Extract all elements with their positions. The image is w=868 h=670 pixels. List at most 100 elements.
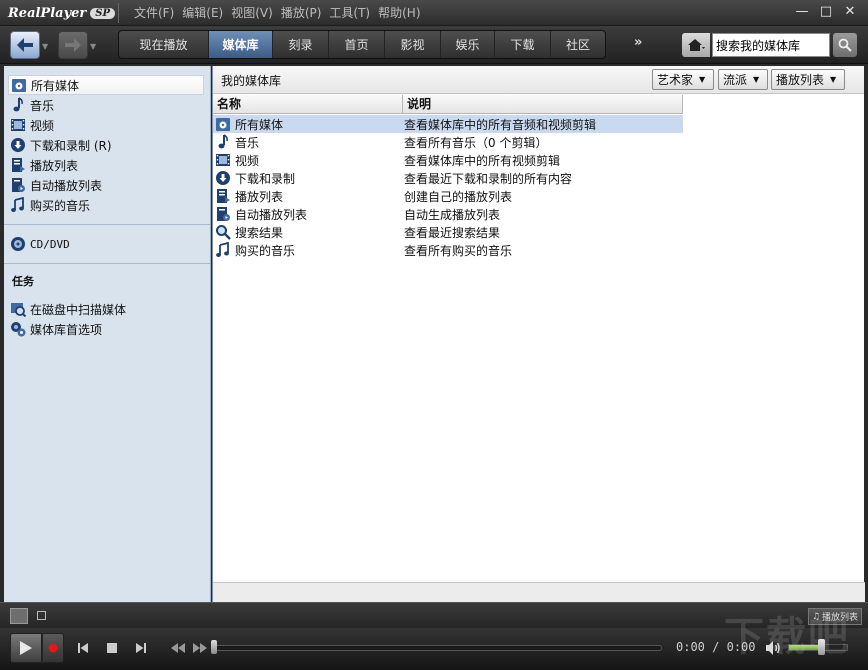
menu-tools[interactable]: 工具(T) xyxy=(329,4,370,21)
tab-downloads[interactable]: 下载 xyxy=(495,31,551,58)
time-total: 0:00 xyxy=(726,640,756,654)
sidebar-item-music[interactable]: 音乐 xyxy=(4,95,210,115)
volume-level xyxy=(789,645,821,650)
playlist-toggle-button[interactable]: ♫ 播放列表 xyxy=(808,608,862,625)
stop-icon xyxy=(107,643,117,653)
auto-playlist-icon xyxy=(10,177,26,193)
seek-handle[interactable] xyxy=(211,640,217,654)
table-row[interactable]: 视频 查看媒体库中的所有视频剪辑 xyxy=(213,151,865,169)
next-track-button[interactable] xyxy=(132,639,150,657)
menu-bar: 文件(F) 编辑(E) 视图(V) 播放(P) 工具(T) 帮助(H) xyxy=(134,4,421,21)
play-button[interactable] xyxy=(10,633,42,663)
row-description: 查看媒体库中的所有音频和视频剪辑 xyxy=(404,117,597,132)
library-main-panel: 我的媒体库 艺术家 ▼ 流派 ▼ 播放列表 ▼ 名称 说明 所有媒体 查看媒体库… xyxy=(212,66,865,602)
more-tabs-button[interactable]: » xyxy=(634,35,642,50)
transport-bar: 0:00 / 0:00 xyxy=(0,628,868,670)
column-header-name[interactable]: 名称 xyxy=(213,95,403,113)
scan-disk-icon xyxy=(10,301,26,317)
table-row[interactable]: 音乐 查看所有音乐（0 个剪辑） xyxy=(213,133,865,151)
table-row[interactable]: 播放列表 创建自己的播放列表 xyxy=(213,187,865,205)
task-scan-disk[interactable]: 在磁盘中扫描媒体 xyxy=(4,299,210,319)
speaker-icon xyxy=(766,641,780,655)
mini-mode-toggle[interactable] xyxy=(37,611,46,620)
search-icon xyxy=(838,38,852,52)
sidebar-item-purchased-music[interactable]: 购买的音乐 xyxy=(4,195,210,215)
sidebar-item-video[interactable]: 视频 xyxy=(4,115,210,135)
previous-icon xyxy=(78,643,88,653)
sidebar-item-playlists[interactable]: 播放列表 xyxy=(4,155,210,175)
table-row[interactable]: 所有媒体 查看媒体库中的所有音频和视频剪辑 xyxy=(213,115,865,133)
table-row[interactable]: 自动播放列表 自动生成播放列表 xyxy=(213,205,865,223)
previous-track-button[interactable] xyxy=(74,639,92,657)
table-header: 名称 说明 xyxy=(213,95,683,114)
video-film-icon xyxy=(10,117,26,133)
tab-home[interactable]: 首页 xyxy=(329,31,385,58)
record-icon xyxy=(48,643,58,653)
tab-library[interactable]: 媒体库 xyxy=(209,31,273,58)
sidebar-item-auto-playlists[interactable]: 自动播放列表 xyxy=(4,175,210,195)
table-row[interactable]: 购买的音乐 查看所有购买的音乐 xyxy=(213,241,865,259)
task-label: 在磁盘中扫描媒体 xyxy=(30,302,127,317)
playlist-toggle-label: 播放列表 xyxy=(822,613,859,623)
row-name: 音乐 xyxy=(235,135,260,150)
row-name: 下载和录制 xyxy=(235,171,296,186)
table-row[interactable]: 搜索结果 查看最近搜索结果 xyxy=(213,223,865,241)
back-dropdown-icon[interactable]: ▼ xyxy=(42,42,48,51)
logo-text: RealPlayer xyxy=(8,5,87,21)
time-separator: / xyxy=(712,640,720,654)
menu-file[interactable]: 文件(F) xyxy=(134,4,174,21)
filter-label: 播放列表 xyxy=(776,73,825,87)
column-header-description[interactable]: 说明 xyxy=(403,95,683,113)
time-display: 0:00 / 0:00 xyxy=(676,640,756,654)
forward-arrow-icon xyxy=(65,38,81,52)
sidebar-item-all-media[interactable]: 所有媒体 xyxy=(8,75,204,95)
search-input[interactable] xyxy=(712,33,830,57)
edit-icon[interactable] xyxy=(10,608,28,624)
preferences-icon xyxy=(10,321,26,337)
sidebar-item-downloads[interactable]: 下载和录制 (R) xyxy=(4,135,210,155)
minimize-button[interactable]: — xyxy=(792,3,812,21)
forward-button[interactable] xyxy=(58,31,88,59)
sidebar-item-label: 下载和录制 (R) xyxy=(30,138,112,153)
genre-filter-dropdown[interactable]: 流派 ▼ xyxy=(718,69,768,90)
sidebar-item-label: 自动播放列表 xyxy=(30,178,103,193)
search-button[interactable] xyxy=(833,33,857,57)
tab-entertainment[interactable]: 娱乐 xyxy=(441,31,495,58)
row-description: 自动生成播放列表 xyxy=(404,207,501,222)
stop-button[interactable] xyxy=(103,639,121,657)
rewind-button[interactable] xyxy=(169,639,187,657)
tab-burn[interactable]: 刻录 xyxy=(273,31,329,58)
volume-handle[interactable] xyxy=(818,639,825,655)
task-library-preferences[interactable]: 媒体库首选项 xyxy=(4,319,210,339)
artist-filter-dropdown[interactable]: 艺术家 ▼ xyxy=(652,69,714,90)
menu-view[interactable]: 视图(V) xyxy=(231,4,273,21)
menu-play[interactable]: 播放(P) xyxy=(281,4,322,21)
tab-community[interactable]: 社区 xyxy=(551,31,605,58)
back-arrow-icon xyxy=(17,38,33,52)
row-name: 所有媒体 xyxy=(235,117,284,132)
record-button[interactable] xyxy=(42,633,64,663)
row-description: 查看媒体库中的所有视频剪辑 xyxy=(404,153,561,168)
back-button[interactable] xyxy=(10,31,40,59)
close-button[interactable]: ✕ xyxy=(840,3,860,21)
fast-forward-button[interactable] xyxy=(191,639,209,657)
home-search-scope-button[interactable] xyxy=(682,33,710,57)
title-bar: RealPlayer SP 文件(F) 编辑(E) 视图(V) 播放(P) 工具… xyxy=(0,0,868,26)
sidebar-item-cd-dvd[interactable]: CD/DVD xyxy=(4,234,210,254)
volume-button[interactable] xyxy=(765,640,781,656)
tasks-heading: 任务 xyxy=(12,275,34,288)
menu-edit[interactable]: 编辑(E) xyxy=(182,4,223,21)
chevron-down-icon: ▼ xyxy=(753,75,760,84)
tab-movies[interactable]: 影视 xyxy=(385,31,441,58)
table-row[interactable]: 下载和录制 查看最近下载和录制的所有内容 xyxy=(213,169,865,187)
seek-bar[interactable] xyxy=(214,645,662,651)
all-media-icon xyxy=(11,77,27,93)
playlist-filter-dropdown[interactable]: 播放列表 ▼ xyxy=(771,69,845,90)
forward-dropdown-icon[interactable]: ▼ xyxy=(90,42,96,51)
restore-button[interactable]: □ xyxy=(816,3,836,21)
horizontal-scrollbar-area[interactable] xyxy=(213,582,865,602)
tab-now-playing[interactable]: 现在播放 xyxy=(119,31,209,58)
nav-bar: ▼ ▼ 现在播放 媒体库 刻录 首页 影视 娱乐 下载 社区 » xyxy=(0,26,868,64)
menu-help[interactable]: 帮助(H) xyxy=(378,4,420,21)
row-description: 查看最近下载和录制的所有内容 xyxy=(404,171,573,186)
